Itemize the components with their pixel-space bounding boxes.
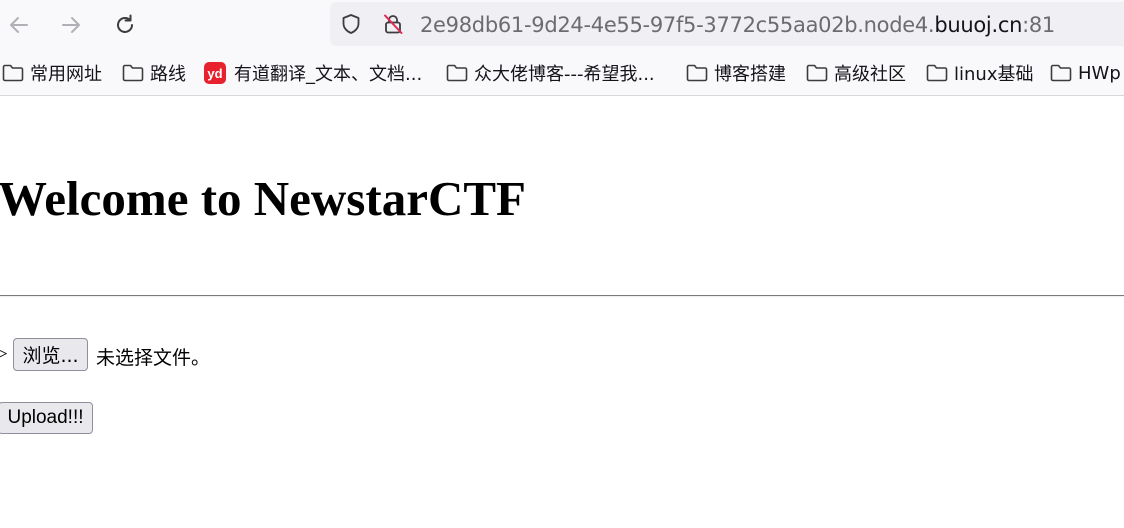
folder-icon: [1050, 64, 1072, 82]
file-status-text: 未选择文件。: [96, 347, 211, 369]
folder-icon: [122, 64, 144, 82]
arrow-left-icon: [10, 17, 28, 33]
bookmark-folder-blog-setup[interactable]: 博客搭建: [686, 61, 786, 85]
page-content: Welcome to NewstarCTF > 浏览... 未选择文件。 Upl…: [0, 96, 1124, 528]
shield-icon: [342, 14, 360, 34]
site-info-button[interactable]: [382, 13, 404, 35]
folder-icon: [806, 64, 828, 82]
browse-file-button[interactable]: 浏览...: [13, 338, 88, 371]
bookmark-folder-hwp[interactable]: HWp: [1050, 61, 1121, 85]
bookmark-label: 有道翻译_文本、文档...: [234, 64, 423, 85]
bookmark-folder-common[interactable]: 常用网址: [2, 61, 102, 85]
youdao-icon: yd: [204, 62, 226, 84]
bookmark-label: 众大佬博客---希望我...: [474, 64, 655, 85]
folder-icon: [2, 64, 24, 82]
bookmark-youdao[interactable]: yd 有道翻译_文本、文档...: [204, 61, 422, 85]
bookmark-folder-community[interactable]: 高级社区: [806, 61, 906, 85]
tracking-protection-button[interactable]: [340, 13, 362, 35]
insecure-lock-icon: [384, 14, 403, 34]
bookmark-folder-linux[interactable]: linux基础: [926, 61, 1033, 85]
arrow-right-icon: [62, 17, 80, 33]
bookmark-label: 路线: [150, 64, 186, 85]
reload-button[interactable]: [108, 8, 142, 42]
stray-text: >: [0, 344, 8, 365]
divider: [0, 295, 1124, 297]
url-bar[interactable]: 2e98db61-9d24-4e55-97f5-3772c55aa02b.nod…: [330, 2, 1124, 46]
browser-toolbar: 2e98db61-9d24-4e55-97f5-3772c55aa02b.nod…: [0, 0, 1124, 50]
bookmarks-toolbar: 常用网址 路线 yd 有道翻译_文本、文档... 众大佬博客---希望我... …: [0, 50, 1124, 96]
url-prefix: 2e98db61-9d24-4e55-97f5-3772c55aa02b.nod…: [420, 13, 935, 37]
bookmark-label: HWp: [1078, 62, 1121, 84]
page-title: Welcome to NewstarCTF: [0, 171, 526, 226]
folder-icon: [686, 64, 708, 82]
folder-icon: [926, 64, 948, 82]
reload-icon: [117, 14, 133, 33]
bookmark-label: 常用网址: [30, 64, 102, 85]
bookmark-label: 高级社区: [834, 64, 906, 85]
url-text[interactable]: 2e98db61-9d24-4e55-97f5-3772c55aa02b.nod…: [420, 12, 1055, 38]
bookmark-label: linux基础: [954, 64, 1034, 85]
bookmark-label: 博客搭建: [714, 64, 786, 85]
upload-button[interactable]: Upload!!!: [0, 402, 93, 434]
back-button[interactable]: [2, 8, 36, 42]
folder-icon: [446, 64, 468, 82]
url-host: buuoj.cn: [934, 13, 1023, 37]
forward-button[interactable]: [54, 8, 88, 42]
bookmark-folder-blogs[interactable]: 众大佬博客---希望我...: [446, 61, 655, 85]
url-port: :81: [1022, 13, 1055, 37]
bookmark-folder-route[interactable]: 路线: [122, 61, 186, 85]
